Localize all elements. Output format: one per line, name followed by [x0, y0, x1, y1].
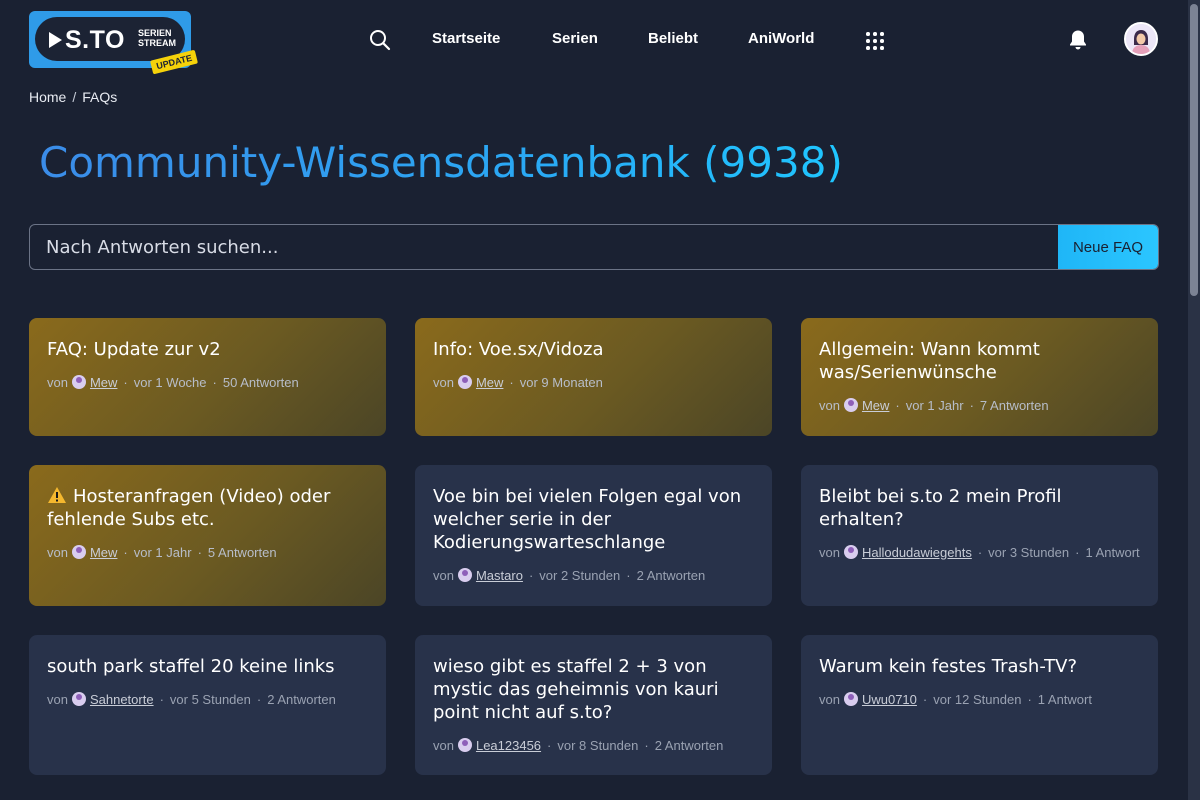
author-link[interactable]: Mew	[476, 375, 503, 390]
new-faq-button[interactable]: Neue FAQ	[1058, 225, 1158, 269]
breadcrumb: Home / FAQs	[29, 89, 117, 105]
author-avatar-icon	[843, 398, 858, 412]
faq-card-title: Bleibt bei s.to 2 mein Profil erhalten?	[819, 486, 1062, 530]
author-link[interactable]: Mew	[862, 398, 889, 413]
author-link[interactable]: Sahnetorte	[90, 692, 154, 707]
author-link[interactable]: Hallodudawiegehts	[862, 545, 972, 560]
author-link[interactable]: Mastaro	[476, 568, 523, 583]
search-icon[interactable]	[368, 28, 392, 52]
faq-card-meta: von Mew · vor 1 Jahr · 7 Antworten	[819, 398, 1049, 413]
warning-icon	[48, 487, 66, 503]
top-navigation: S.TO SERIEN STREAM UPDATE Startseite Ser…	[0, 0, 1188, 80]
author-avatar-icon	[71, 692, 86, 706]
faq-card-title: FAQ: Update zur v2	[47, 339, 221, 360]
faq-card-meta: von Mew · vor 1 Woche · 50 Antworten	[47, 375, 299, 390]
apps-grid-icon[interactable]	[866, 32, 884, 50]
faq-card[interactable]: Bleibt bei s.to 2 mein Profil erhalten? …	[801, 465, 1158, 606]
author-avatar-icon	[457, 738, 472, 752]
logo-subtitle: SERIEN STREAM	[138, 28, 176, 48]
faq-card-meta: von Mastaro · vor 2 Stunden · 2 Antworten	[433, 568, 706, 583]
faq-card-meta: von Mew · vor 1 Jahr · 5 Antworten	[47, 545, 277, 560]
author-link[interactable]: Uwu0710	[862, 692, 917, 707]
nav-serien[interactable]: Serien	[552, 30, 598, 47]
author-link[interactable]: Mew	[90, 375, 117, 390]
faq-card[interactable]: Allgemein: Wann kommt was/Serienwünsche …	[801, 318, 1158, 436]
breadcrumb-separator: /	[72, 89, 77, 105]
breadcrumb-home[interactable]: Home	[29, 89, 66, 105]
page-title: Community-Wissensdatenbank (9938)	[39, 138, 843, 187]
faq-card-meta: von Mew · vor 9 Monaten	[433, 375, 603, 390]
nav-beliebt[interactable]: Beliebt	[648, 30, 698, 47]
breadcrumb-current: FAQs	[82, 89, 118, 105]
author-avatar-icon	[457, 375, 472, 389]
logo-inner: S.TO SERIEN STREAM	[35, 17, 185, 61]
nav-aniworld[interactable]: AniWorld	[748, 30, 814, 47]
faq-card[interactable]: Warum kein festes Trash-TV? von Uwu0710 · v…	[801, 635, 1158, 775]
logo-text: S.TO	[65, 26, 125, 54]
faq-card-title: wieso gibt es staffel 2 + 3 von mystic d…	[433, 656, 719, 723]
faq-card[interactable]: Hosteranfragen (Video) oder fehlende Sub…	[29, 465, 386, 606]
faq-card-meta: von Lea123456 · vor 8 Stunden · 2 Antworten	[433, 738, 724, 753]
author-avatar-icon	[843, 545, 858, 559]
faq-search-input[interactable]	[30, 225, 1059, 269]
nav-startseite[interactable]: Startseite	[432, 30, 500, 47]
faq-card[interactable]: south park staffel 20 keine links von Sah…	[29, 635, 386, 775]
author-avatar-icon	[457, 568, 472, 582]
scrollbar-thumb[interactable]	[1190, 4, 1198, 296]
logo-sub-line2: STREAM	[138, 38, 176, 48]
faq-search-bar: Neue FAQ	[29, 224, 1159, 270]
logo-sub-line1: SERIEN	[138, 28, 172, 38]
notification-bell-icon[interactable]	[1066, 28, 1090, 52]
faq-card[interactable]: Info: Voe.sx/Vidoza von Mew · vor 9 Monaten	[415, 318, 772, 436]
user-avatar[interactable]	[1124, 22, 1158, 56]
author-avatar-icon	[71, 375, 86, 389]
author-link[interactable]: Lea123456	[476, 738, 541, 753]
author-avatar-icon	[843, 692, 858, 706]
faq-card-title: Info: Voe.sx/Vidoza	[433, 339, 604, 360]
faq-card-title: Hosteranfragen (Video) oder fehlende Sub…	[47, 486, 331, 530]
faq-card-meta: von Sahnetorte · vor 5 Stunden · 2 Antworten	[47, 692, 336, 707]
page-scrollbar[interactable]	[1188, 0, 1200, 800]
faq-card-meta: von Uwu0710 · vor 12 Stunden · 1 Antwort	[819, 692, 1092, 707]
site-logo[interactable]: S.TO SERIEN STREAM UPDATE	[29, 11, 199, 75]
faq-card-title: Voe bin bei vielen Folgen egal von welch…	[433, 486, 742, 553]
faq-card-title: Allgemein: Wann kommt was/Serienwünsche	[819, 339, 1040, 383]
play-icon	[49, 32, 62, 48]
faq-card-title: Warum kein festes Trash-TV?	[819, 656, 1078, 677]
author-avatar-icon	[71, 545, 86, 559]
faq-card-meta: von Hallodudawiegehts · vor 3 Stunden · 1 Ant…	[819, 545, 1140, 560]
faq-card[interactable]: FAQ: Update zur v2 von Mew · vor 1 Woche · 50…	[29, 318, 386, 436]
faq-card-title: south park staffel 20 keine links	[47, 656, 335, 677]
faq-card[interactable]: Voe bin bei vielen Folgen egal von welch…	[415, 465, 772, 606]
author-link[interactable]: Mew	[90, 545, 117, 560]
faq-card[interactable]: wieso gibt es staffel 2 + 3 von mystic d…	[415, 635, 772, 775]
